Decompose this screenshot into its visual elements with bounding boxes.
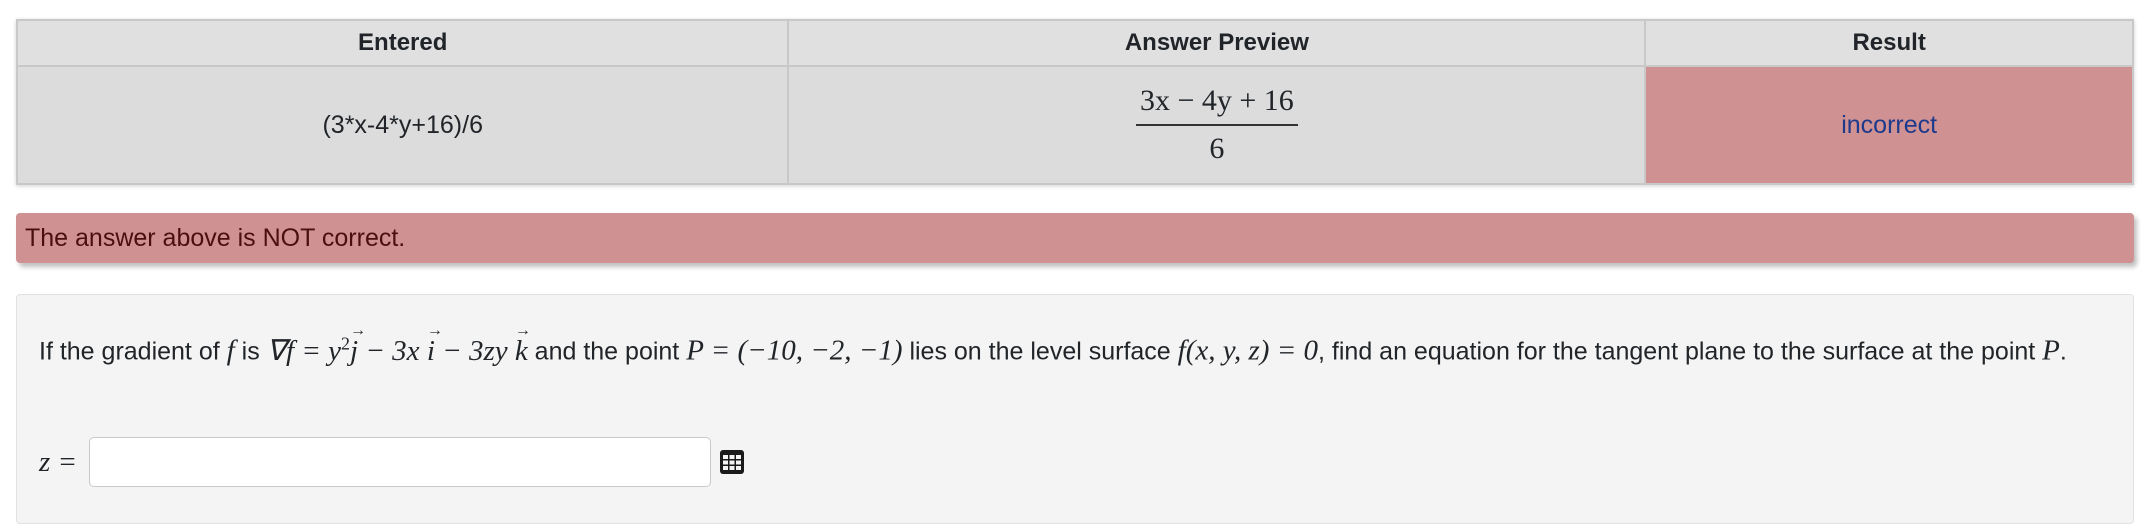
header-result: Result (1644, 19, 2134, 67)
answer-label: z = (39, 445, 78, 478)
answer-input[interactable] (89, 437, 712, 487)
gradient-lhs: ∇f = y (266, 334, 342, 367)
result-cell: incorrect (1644, 65, 2134, 185)
answer-preview-cell: 3x − 4y + 16 6 (787, 65, 1647, 185)
math-surface: f(x, y, z) = 0 (1177, 334, 1319, 367)
incorrect-alert: The answer above is NOT correct. (16, 213, 2134, 263)
problem-text-1: If the gradient of (39, 337, 227, 366)
header-entered: Entered (15, 19, 790, 67)
math-point: P = (−10, −2, −1) (686, 334, 903, 367)
results-header-row: Entered Answer Preview Result (15, 19, 2134, 67)
math-P: P (2042, 334, 2060, 367)
unit-vector-k: k (515, 313, 528, 369)
exponent-2: 2 (341, 333, 351, 353)
problem-text-6: . (2059, 337, 2067, 366)
problem-text-4: lies on the level surface (902, 337, 1178, 366)
answer-row: z = (39, 435, 745, 489)
preview-numerator: 3x − 4y + 16 (1135, 84, 1298, 126)
problem-text-3: and the point (527, 337, 687, 366)
math-gradient: ∇f = y2j − 3x i − 3zy k (266, 313, 528, 369)
preview-fraction: 3x − 4y + 16 6 (1135, 84, 1298, 166)
term-3x: − 3x (358, 334, 427, 367)
grid-icon[interactable] (719, 449, 745, 475)
results-table: Entered Answer Preview Result (3*x-4*y+1… (15, 19, 2134, 185)
entered-cell: (3*x-4*y+16)/6 (15, 65, 790, 185)
problem-text-5: , find an equation for the tangent plane… (1318, 337, 2043, 366)
term-3zy: − 3zy (434, 334, 515, 367)
unit-vector-i: i (427, 313, 435, 369)
table-row: (3*x-4*y+16)/6 3x − 4y + 16 6 incorrect (15, 65, 2134, 185)
math-f: f (226, 334, 235, 367)
unit-vector-j: j (350, 313, 358, 369)
equation-editor-grid-icon (720, 450, 745, 474)
header-answer-preview: Answer Preview (787, 19, 1647, 67)
problem-panel: If the gradient of f is ∇f = y2j − 3x i … (16, 294, 2134, 524)
preview-denominator: 6 (1209, 132, 1225, 165)
problem-statement: If the gradient of f is ∇f = y2j − 3x i … (39, 313, 2119, 370)
problem-text-2: is (234, 337, 267, 366)
